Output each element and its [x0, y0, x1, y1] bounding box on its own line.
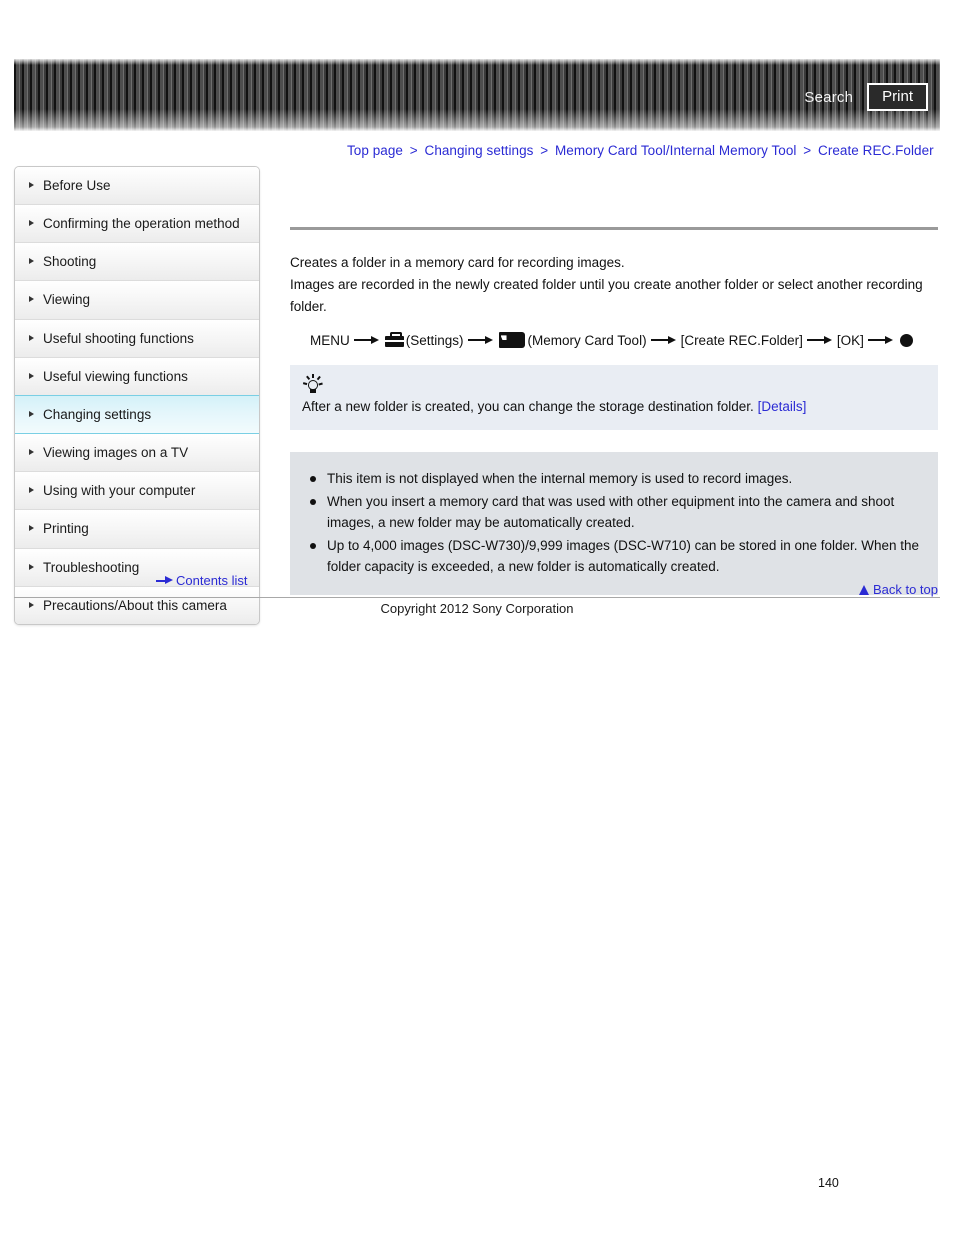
page-number: 140 [818, 1176, 839, 1190]
chevron-right-icon [29, 487, 34, 494]
menu-path-menu-label: MENU [310, 332, 350, 348]
intro-paragraph: Creates a folder in a memory card for re… [290, 252, 938, 318]
menu-path-settings-label: (Settings) [405, 332, 464, 348]
sidebar-item-using-with-your-computer[interactable]: Using with your computer [15, 472, 259, 511]
main-content: Creates a folder in a memory card for re… [290, 227, 938, 596]
content-divider [290, 227, 938, 230]
chevron-right-icon [29, 410, 34, 417]
breadcrumb: Top page > Changing settings > Memory Ca… [347, 143, 934, 158]
footer-divider [14, 597, 940, 598]
header-top-fade [14, 59, 940, 65]
toolbox-body [384, 336, 404, 348]
sidebar-item-label: Printing [43, 521, 89, 537]
tip-text: After a new folder is created, you can c… [302, 399, 754, 415]
search-button[interactable]: Search [804, 89, 853, 106]
menu-path: MENU (Settings) (Memory Card Tool) [Crea… [310, 330, 938, 352]
right-arrow-icon [806, 334, 833, 346]
note-item: This item is not displayed when the inte… [306, 468, 920, 490]
menu-path-ok-label: [OK] [836, 332, 864, 348]
contents-list-label: Contents list [176, 573, 248, 588]
bulb-ray [319, 382, 323, 386]
back-to-top-link[interactable]: Back to top [858, 582, 938, 597]
sidebar-item-useful-shooting-functions[interactable]: Useful shooting functions [15, 319, 259, 358]
chevron-right-icon [29, 449, 34, 456]
chevron-right-icon [29, 258, 34, 265]
notes-list: This item is not displayed when the inte… [306, 468, 920, 578]
right-arrow-icon [650, 334, 677, 346]
sidebar-item-label: Useful shooting functions [43, 330, 194, 346]
bulb-ray [305, 376, 310, 380]
notes-box: This item is not displayed when the inte… [290, 452, 938, 596]
chevron-right-icon [29, 334, 34, 341]
bulb-base [310, 389, 316, 394]
breadcrumb-item-memory-card-tool[interactable]: Memory Card Tool/Internal Memory Tool [555, 143, 796, 158]
memory-card-icon [498, 332, 525, 349]
sidebar-item-viewing-images-on-a-tv[interactable]: Viewing images on a TV [15, 434, 259, 473]
copyright-text: Copyright 2012 Sony Corporation [380, 601, 574, 616]
site-header-banner: Search Print [14, 59, 940, 131]
tip-text-row: After a new folder is created, you can c… [302, 397, 926, 418]
back-to-top-label: Back to top [872, 582, 938, 597]
sidebar-item-shooting[interactable]: Shooting [15, 243, 259, 282]
sidebar-item-label: Using with your computer [43, 483, 196, 499]
sidebar-item-before-use[interactable]: Before Use [15, 167, 259, 206]
note-item: Up to 4,000 images (DSC-W730)/9,999 imag… [306, 535, 920, 578]
right-arrow-icon [867, 334, 894, 346]
bulb-ray [312, 374, 314, 378]
breadcrumb-separator: > [409, 143, 418, 158]
bulb-ray [303, 382, 308, 386]
filled-circle-icon [899, 333, 913, 347]
chevron-right-icon [29, 220, 34, 227]
menu-path-create-rec-folder-label: [Create REC.Folder] [680, 332, 803, 348]
right-arrow-icon [353, 334, 380, 346]
menu-path-memory-card-tool-label: (Memory Card Tool) [527, 332, 647, 348]
sidebar-item-useful-viewing-functions[interactable]: Useful viewing functions [15, 357, 259, 396]
sidebar-item-label: Before Use [43, 178, 111, 193]
print-button[interactable]: Print [867, 83, 928, 112]
breadcrumb-item-create-rec-folder[interactable]: Create REC.Folder [818, 143, 934, 158]
bulb-ray [317, 376, 321, 380]
breadcrumb-separator: > [540, 143, 549, 158]
chevron-right-icon [29, 525, 34, 532]
chevron-right-icon [29, 372, 34, 379]
sidebar-item-label: Troubleshooting [43, 559, 140, 575]
sidebar-item-viewing[interactable]: Viewing [15, 281, 259, 320]
sidebar-item-label: Shooting [43, 254, 97, 270]
sidebar-item-label: Viewing images on a TV [43, 445, 189, 461]
contents-list-link[interactable]: Contents list [156, 573, 248, 588]
toolbox-band [384, 339, 404, 342]
sidebar-item-label: Viewing [43, 292, 91, 308]
breadcrumb-item-changing-settings[interactable]: Changing settings [425, 143, 534, 158]
sidebar-item-changing-settings[interactable]: Changing settings [15, 394, 259, 435]
up-triangle-icon [858, 584, 869, 595]
sidebar-navigation: Before Use Confirming the operation meth… [14, 166, 260, 625]
right-arrow-icon [156, 576, 174, 586]
breadcrumb-separator: > [803, 143, 812, 158]
sidebar-item-confirming-the-operation-method[interactable]: Confirming the operation method [15, 205, 259, 244]
sidebar-item-label: Changing settings [43, 406, 152, 422]
sidebar-item-printing[interactable]: Printing [15, 510, 259, 549]
memory-card-notch [500, 335, 507, 341]
intro-line-1: Creates a folder in a memory card for re… [290, 255, 625, 270]
sidebar-item-label: Confirming the operation method [43, 216, 240, 232]
toolbox-icon [384, 332, 404, 348]
tip-box: After a new folder is created, you can c… [290, 365, 938, 431]
header-actions: Search Print [804, 83, 928, 112]
details-link[interactable]: [Details] [758, 399, 807, 414]
chevron-right-icon [29, 563, 34, 570]
chevron-right-icon [29, 182, 34, 188]
note-item: When you insert a memory card that was u… [306, 491, 920, 534]
right-arrow-icon [467, 334, 494, 346]
light-bulb-icon [303, 374, 323, 396]
breadcrumb-item-top-page[interactable]: Top page [347, 143, 403, 158]
chevron-right-icon [29, 296, 34, 303]
intro-line-2: Images are recorded in the newly created… [290, 276, 923, 314]
sidebar-item-label: Useful viewing functions [43, 368, 188, 384]
